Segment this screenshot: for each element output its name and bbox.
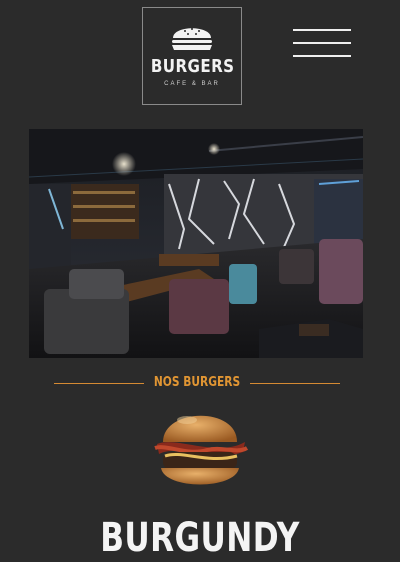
hero-image [29,129,363,358]
burger-logo-icon [172,28,212,50]
logo[interactable]: BURGERS CAFE & BAR [142,7,242,105]
logo-title: BURGERS [150,56,235,77]
right-divider [250,383,340,384]
product-name[interactable]: BURGUNDY [44,514,356,562]
burger-image[interactable] [147,398,251,498]
section-header: NOS BURGERS [0,374,400,394]
section-title: NOS BURGERS [153,375,241,390]
left-divider [54,383,144,384]
hamburger-menu-icon[interactable] [293,29,351,59]
logo-subtitle: CAFE & BAR [164,81,220,87]
